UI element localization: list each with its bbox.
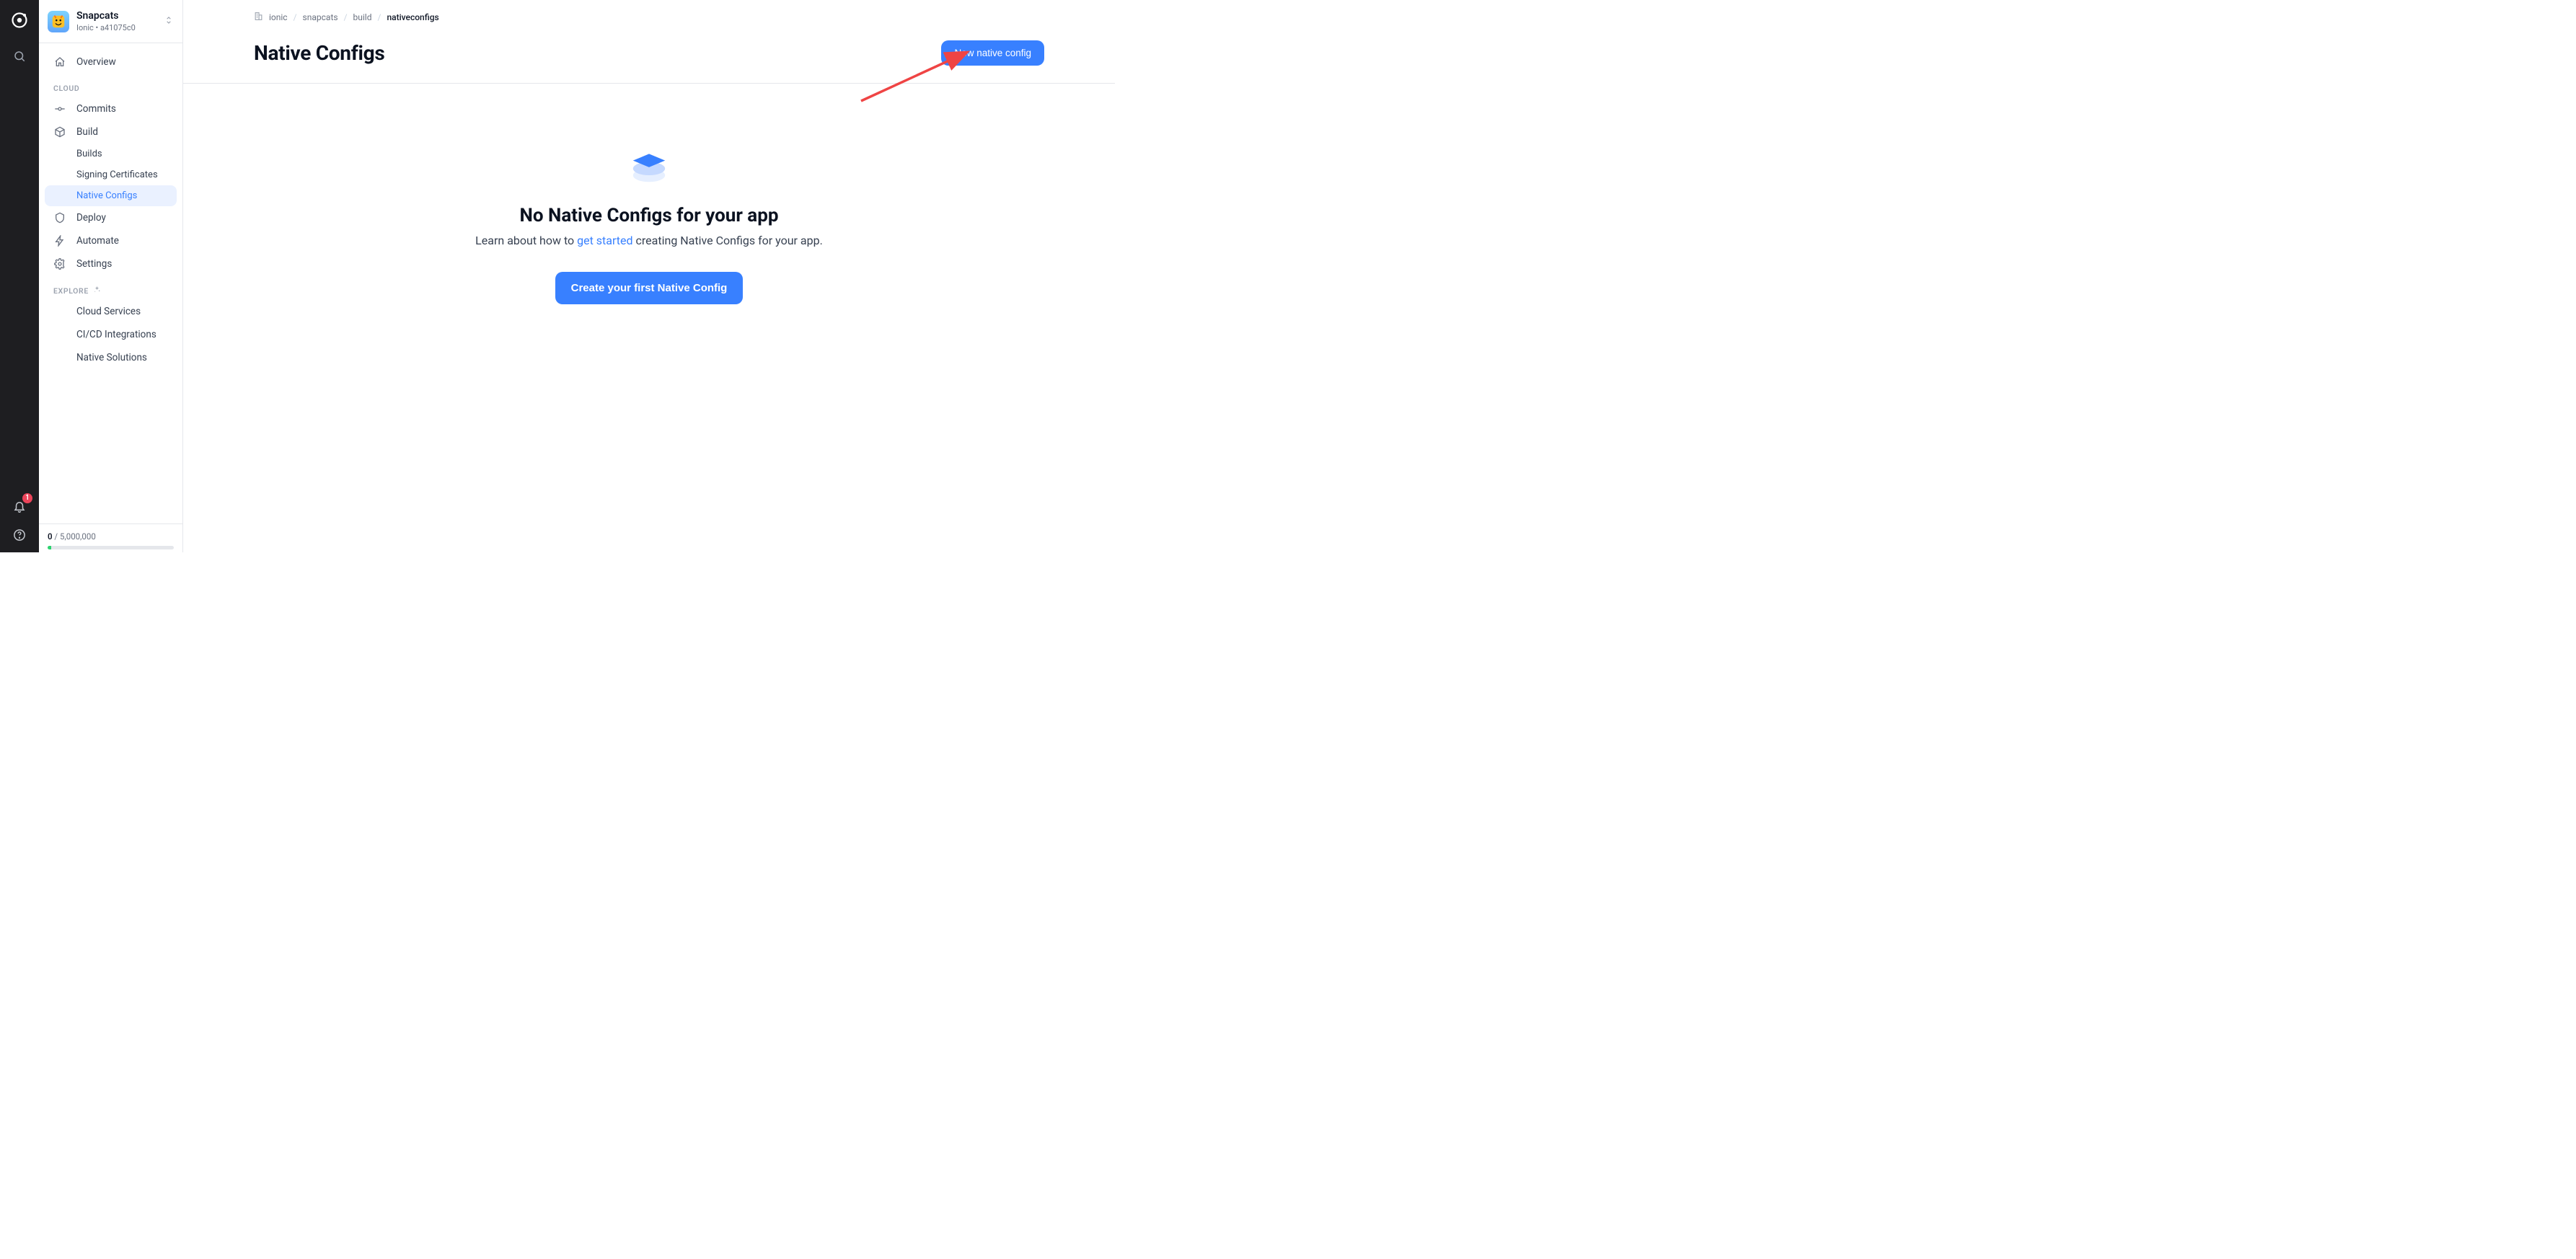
breadcrumb-app[interactable]: snapcats: [303, 12, 338, 22]
breadcrumb-ionic[interactable]: ionic: [269, 12, 288, 22]
app-switcher[interactable]: Snapcats Ionic • a41075c0: [39, 0, 182, 43]
sidebar-item-label: Cloud Services: [76, 306, 141, 317]
app-rail: 1: [0, 0, 39, 552]
breadcrumb: ionic / snapcats / build / nativeconfigs: [183, 9, 1115, 23]
help-icon[interactable]: [9, 525, 30, 545]
lightning-icon: [53, 234, 66, 247]
chevron-updown-icon: [164, 14, 174, 28]
sidebar-item-commits[interactable]: Commits: [45, 97, 177, 120]
sidebar-sub-builds[interactable]: Builds: [45, 143, 177, 164]
create-first-config-button[interactable]: Create your first Native Config: [555, 272, 744, 304]
sidebar-item-deploy[interactable]: Deploy: [45, 206, 177, 229]
app-logo[interactable]: [9, 10, 30, 30]
cube-icon: [53, 125, 66, 138]
new-native-config-button[interactable]: New native config: [941, 40, 1044, 66]
sidebar-sub-native-configs[interactable]: Native Configs: [45, 185, 177, 206]
sidebar-item-label: CI/CD Integrations: [76, 329, 156, 340]
usage-used: 0: [48, 531, 53, 542]
sidebar-section-cloud: CLOUD: [45, 74, 177, 97]
sidebar-item-label: Settings: [76, 258, 112, 270]
home-icon: [53, 56, 66, 69]
sidebar-item-label: Commits: [76, 103, 116, 115]
app-name: Snapcats: [76, 10, 136, 22]
sidebar-section-explore: EXPLORE: [45, 275, 177, 300]
sidebar-nav: Overview CLOUD Commits Build Builds Sign…: [39, 43, 182, 524]
commit-icon: [53, 102, 66, 115]
notifications-icon[interactable]: 1: [9, 496, 30, 516]
app-avatar-icon: [48, 11, 69, 32]
usage-footer: 0 / 5,000,000: [39, 524, 182, 552]
sidebar-item-cloud-services[interactable]: Cloud Services: [45, 300, 177, 323]
sidebar: Snapcats Ionic • a41075c0 Overview CLOUD…: [39, 0, 183, 552]
sidebar-item-native-solutions[interactable]: Native Solutions: [45, 346, 177, 369]
page-title: Native Configs: [254, 41, 384, 65]
sidebar-item-settings[interactable]: Settings: [45, 252, 177, 275]
sidebar-item-label: Native Solutions: [76, 352, 147, 363]
usage-total: 5,000,000: [60, 531, 96, 542]
global-search-icon[interactable]: [9, 46, 30, 66]
breadcrumb-current: nativeconfigs: [387, 12, 438, 22]
sparkle-icon: [93, 286, 101, 296]
main-content: ionic / snapcats / build / nativeconfigs…: [183, 0, 1115, 552]
building-icon: [254, 12, 263, 23]
gear-icon: [53, 257, 66, 270]
usage-bar: [48, 546, 174, 549]
empty-lead: Learn about how to get started creating …: [418, 234, 880, 247]
sidebar-sub-signing[interactable]: Signing Certificates: [45, 164, 177, 185]
layers-icon: [629, 149, 669, 185]
sidebar-item-overview[interactable]: Overview: [45, 50, 177, 74]
empty-title: No Native Configs for your app: [418, 205, 880, 226]
sidebar-item-label: Overview: [76, 56, 116, 68]
notification-badge: 1: [22, 493, 32, 503]
breadcrumb-build[interactable]: build: [353, 12, 372, 22]
sidebar-item-cicd[interactable]: CI/CD Integrations: [45, 323, 177, 346]
app-subtitle: Ionic • a41075c0: [76, 23, 136, 32]
page-header: Native Configs New native config: [183, 23, 1115, 84]
get-started-link[interactable]: get started: [577, 234, 632, 247]
sidebar-item-label: Automate: [76, 235, 119, 247]
shield-icon: [53, 211, 66, 224]
sidebar-item-label: Deploy: [76, 212, 106, 224]
empty-state: No Native Configs for your app Learn abo…: [418, 149, 880, 304]
sidebar-item-automate[interactable]: Automate: [45, 229, 177, 252]
sidebar-item-label: Build: [76, 126, 98, 138]
sidebar-item-build[interactable]: Build: [45, 120, 177, 143]
